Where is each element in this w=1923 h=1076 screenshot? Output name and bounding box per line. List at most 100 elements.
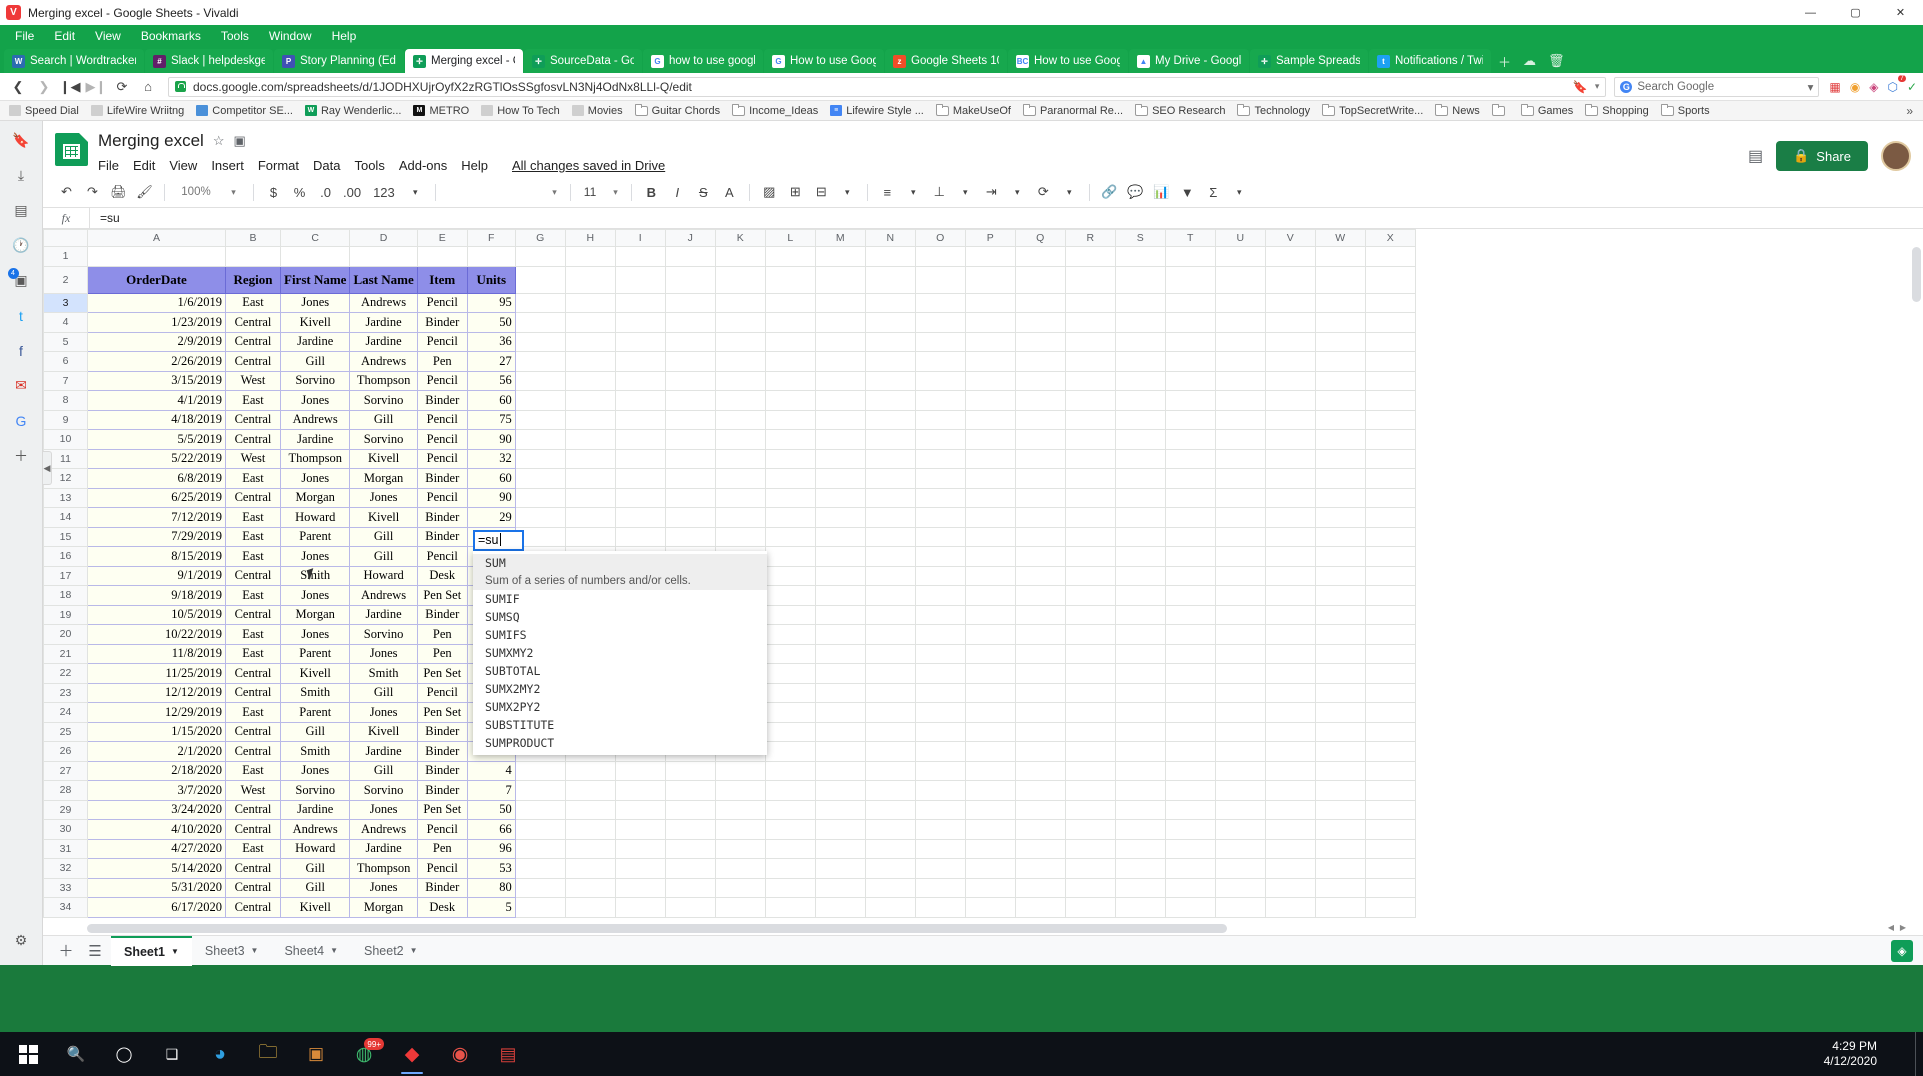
cell-E21[interactable]: Pen — [416, 643, 468, 664]
cell-T29[interactable] — [1164, 799, 1216, 820]
cell-R19[interactable] — [1064, 604, 1116, 625]
cell-K5[interactable] — [714, 331, 766, 352]
cell-X7[interactable] — [1364, 370, 1416, 391]
task-view-button[interactable]: ❑ — [148, 1032, 196, 1076]
cell-X16[interactable] — [1364, 546, 1416, 567]
cell-J27[interactable] — [664, 760, 716, 781]
cell-P9[interactable] — [964, 409, 1016, 430]
cell-T31[interactable] — [1164, 838, 1216, 859]
merge-cells-button[interactable]: ⊟ — [810, 181, 833, 204]
sheets-menu-format[interactable]: Format — [258, 158, 299, 173]
cell-E11[interactable]: Pencil — [416, 448, 468, 469]
row-header-31[interactable]: 31 — [43, 838, 88, 859]
cell-C9[interactable]: Andrews — [279, 409, 351, 430]
cell-U30[interactable] — [1214, 819, 1266, 840]
cell-P2[interactable] — [964, 265, 1016, 294]
cell-X5[interactable] — [1364, 331, 1416, 352]
cell-A14[interactable]: 7/12/2019 — [87, 507, 226, 528]
cell-V24[interactable] — [1264, 702, 1316, 723]
cell-S29[interactable] — [1114, 799, 1166, 820]
functions-chevron-down-icon[interactable]: ▾ — [1228, 181, 1251, 204]
cell-G1[interactable] — [514, 246, 566, 267]
cell-U1[interactable] — [1214, 246, 1266, 267]
filter-button[interactable]: ▼ — [1176, 181, 1199, 204]
cell-L15[interactable] — [764, 526, 816, 547]
cell-T16[interactable] — [1164, 546, 1216, 567]
cell-N3[interactable] — [864, 292, 916, 313]
taskbar-store[interactable]: ▣ — [292, 1032, 340, 1076]
cell-O15[interactable] — [914, 526, 966, 547]
cell-M2[interactable] — [814, 265, 866, 294]
text-wrap-button[interactable]: ⇥ — [980, 181, 1003, 204]
cell-T34[interactable] — [1164, 897, 1216, 918]
font-size-select[interactable]: 11 ▾ — [579, 181, 623, 204]
cell-G29[interactable] — [514, 799, 566, 820]
cell-Q9[interactable] — [1014, 409, 1066, 430]
cell-U6[interactable] — [1214, 351, 1266, 372]
cell-E16[interactable]: Pencil — [416, 546, 468, 567]
cell-X29[interactable] — [1364, 799, 1416, 820]
cell-M24[interactable] — [814, 702, 866, 723]
cell-U18[interactable] — [1214, 585, 1266, 606]
cell-C20[interactable]: Jones — [279, 624, 351, 645]
cell-B14[interactable]: East — [225, 507, 281, 528]
cell-L29[interactable] — [764, 799, 816, 820]
cell-N7[interactable] — [864, 370, 916, 391]
cell-E15[interactable]: Binder — [416, 526, 468, 547]
cell-F12[interactable]: 60 — [466, 468, 516, 489]
row-header-23[interactable]: 23 — [43, 682, 88, 703]
autocomplete-item-sumifs[interactable]: SUMIFS — [473, 626, 767, 644]
cell-E10[interactable]: Pencil — [416, 429, 468, 450]
cell-C34[interactable]: Kivell — [279, 897, 351, 918]
url-input[interactable]: docs.google.com/spreadsheets/d/1JODHXUjr… — [168, 76, 1607, 97]
bookmark-item-4[interactable]: M METRO — [408, 104, 474, 118]
cell-U8[interactable] — [1214, 390, 1266, 411]
cell-P32[interactable] — [964, 858, 1016, 879]
cell-X32[interactable] — [1364, 858, 1416, 879]
save-status[interactable]: All changes saved in Drive — [512, 158, 665, 173]
row-header-29[interactable]: 29 — [43, 799, 88, 820]
cell-P3[interactable] — [964, 292, 1016, 313]
cell-E13[interactable]: Pencil — [416, 487, 468, 508]
menu-edit[interactable]: Edit — [45, 27, 84, 45]
cell-Q28[interactable] — [1014, 780, 1066, 801]
cell-C29[interactable]: Jardine — [279, 799, 351, 820]
cell-C33[interactable]: Gill — [279, 877, 351, 898]
row-header-17[interactable]: 17 — [43, 565, 88, 586]
cell-W22[interactable] — [1314, 663, 1366, 684]
cell-P30[interactable] — [964, 819, 1016, 840]
taskbar-file-explorer[interactable]: 🗀 — [244, 1032, 292, 1076]
cell-U32[interactable] — [1214, 858, 1266, 879]
cell-J29[interactable] — [664, 799, 716, 820]
cell-S24[interactable] — [1114, 702, 1166, 723]
cell-C23[interactable]: Smith — [279, 682, 351, 703]
cell-C6[interactable]: Gill — [279, 351, 351, 372]
cell-O7[interactable] — [914, 370, 966, 391]
cell-S10[interactable] — [1114, 429, 1166, 450]
cell-N1[interactable] — [864, 246, 916, 267]
cell-I7[interactable] — [614, 370, 666, 391]
cell-D33[interactable]: Jones — [349, 877, 418, 898]
panel-facebook-icon[interactable]: f — [11, 340, 32, 361]
sheets-menu-file[interactable]: File — [98, 158, 119, 173]
cell-A31[interactable]: 4/27/2020 — [87, 838, 226, 859]
cell-N22[interactable] — [864, 663, 916, 684]
cell-O24[interactable] — [914, 702, 966, 723]
cell-E1[interactable] — [416, 246, 468, 267]
cell-V22[interactable] — [1264, 663, 1316, 684]
all-sheets-button[interactable]: ☰ — [82, 939, 108, 963]
cell-F5[interactable]: 36 — [466, 331, 516, 352]
cell-K31[interactable] — [714, 838, 766, 859]
cell-P24[interactable] — [964, 702, 1016, 723]
cell-W9[interactable] — [1314, 409, 1366, 430]
cell-B16[interactable]: East — [225, 546, 281, 567]
bookmark-item-18[interactable]: Shopping — [1580, 103, 1654, 118]
cell-R2[interactable] — [1064, 265, 1116, 294]
column-header-Q[interactable]: Q — [1014, 229, 1066, 247]
cell-A10[interactable]: 5/5/2019 — [87, 429, 226, 450]
cell-K29[interactable] — [714, 799, 766, 820]
cell-A27[interactable]: 2/18/2020 — [87, 760, 226, 781]
cell-O25[interactable] — [914, 721, 966, 742]
bookmark-item-2[interactable]: Competitor SE... — [191, 104, 298, 118]
redo-button[interactable]: ↷ — [81, 181, 104, 204]
